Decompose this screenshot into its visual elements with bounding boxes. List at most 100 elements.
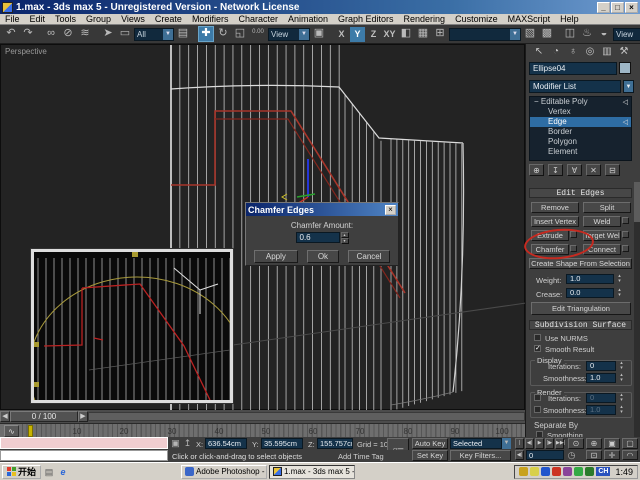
render-smoothness-field[interactable]: 1.0: [586, 405, 616, 415]
pin-stack-button[interactable]: ⊕: [529, 164, 544, 176]
previous-frame-button[interactable]: ◀|: [525, 438, 534, 449]
edit-triangulation-button[interactable]: Edit Triangulation: [531, 302, 631, 315]
go-to-start-button[interactable]: |◀◀: [515, 438, 524, 449]
curve-editor-button[interactable]: ▧: [522, 26, 538, 42]
coord-x-field[interactable]: 636.54cm: [205, 438, 247, 449]
tray-antivirus-icon[interactable]: [585, 467, 594, 476]
schematic-view-button[interactable]: ▩: [539, 26, 555, 42]
current-frame-marker[interactable]: [28, 425, 33, 437]
stack-item-edge[interactable]: Edge ◁: [530, 117, 631, 127]
subdivision-surface-rollout-header[interactable]: Subdivision Surface: [529, 320, 632, 330]
object-name-field[interactable]: Ellipse04: [529, 62, 617, 75]
mirror-button[interactable]: ◧: [398, 26, 414, 42]
frame-back-arrow[interactable]: ◀: [0, 411, 10, 422]
add-time-tag[interactable]: Add Time Tag: [338, 452, 384, 461]
menu-help[interactable]: Help: [555, 14, 584, 24]
menu-graph-editors[interactable]: Graph Editors: [333, 14, 399, 24]
stack-item-element[interactable]: Element: [530, 147, 631, 157]
modifier-list-dropdown[interactable]: Modifier List: [529, 80, 621, 93]
use-center-button[interactable]: ▣: [311, 26, 327, 42]
show-desktop-icon[interactable]: ▤: [43, 466, 55, 478]
task-photoshop[interactable]: Adobe Photoshop - [未标...: [181, 465, 267, 479]
menu-modifiers[interactable]: Modifiers: [187, 14, 234, 24]
align-button[interactable]: ⊞: [432, 26, 448, 42]
start-button[interactable]: 开始: [2, 465, 41, 479]
dropdown-arrow-icon[interactable]: ▼: [299, 29, 309, 40]
menu-tools[interactable]: Tools: [50, 14, 81, 24]
dialog-close-button[interactable]: ×: [385, 205, 396, 215]
quick-render-button[interactable]: ◒: [596, 26, 612, 42]
axis-x-button[interactable]: X: [334, 27, 349, 42]
tray-app1-icon[interactable]: [552, 467, 561, 476]
axis-z-button[interactable]: Z: [366, 27, 381, 42]
auto-key-button[interactable]: Auto Key: [412, 438, 448, 449]
select-link-button[interactable]: ∞: [43, 26, 59, 42]
key-mode-toggle-button[interactable]: ◀|: [515, 450, 524, 460]
maxscript-listener-macro-line[interactable]: [0, 437, 168, 449]
selection-filter-dropdown[interactable]: All ▼: [134, 28, 174, 41]
edit-edges-rollout-header[interactable]: Edit Edges: [529, 188, 632, 198]
collapse-icon[interactable]: −: [534, 97, 539, 106]
apply-button[interactable]: Apply: [254, 250, 298, 263]
select-and-scale-button[interactable]: ◱: [232, 26, 248, 42]
ok-button[interactable]: Ok: [307, 250, 339, 263]
pan-button[interactable]: ✛: [604, 450, 620, 460]
minimize-button[interactable]: _: [597, 2, 610, 13]
zoom-region-button[interactable]: ⊡: [586, 450, 602, 460]
modify-tab-icon[interactable]: ◔: [549, 45, 563, 58]
cancel-button[interactable]: Cancel: [348, 250, 390, 263]
material-editor-button[interactable]: ◫: [562, 26, 578, 42]
smooth-result-checkbox[interactable]: ✓: [534, 345, 541, 352]
zoom-button[interactable]: ⊙: [568, 438, 584, 449]
render-iterations-field[interactable]: 0: [586, 393, 616, 403]
menu-rendering[interactable]: Rendering: [399, 14, 451, 24]
stack-item-vertex[interactable]: Vertex: [530, 107, 631, 117]
object-color-swatch[interactable]: [619, 62, 631, 74]
key-filters-button[interactable]: Key Filters...: [450, 450, 511, 461]
stack-item-editable-poly[interactable]: − Editable Poly ◁: [530, 97, 631, 107]
menu-customize[interactable]: Customize: [450, 14, 503, 24]
tray-volume-icon[interactable]: [519, 467, 528, 476]
bind-spacewarp-button[interactable]: ≋: [77, 26, 93, 42]
dialog-title-bar[interactable]: Chamfer Edges ×: [246, 203, 398, 216]
unlink-button[interactable]: ⊘: [60, 26, 76, 42]
weld-settings-button[interactable]: [622, 217, 629, 224]
menu-group[interactable]: Group: [81, 14, 116, 24]
dropdown-arrow-icon[interactable]: ▼: [623, 80, 634, 93]
show-end-result-button[interactable]: ↧: [548, 164, 563, 176]
configure-modifier-sets-button[interactable]: ⊟: [605, 164, 620, 176]
split-button[interactable]: Split: [583, 202, 631, 213]
time-slider-track[interactable]: [88, 412, 525, 421]
chamfer-amount-field[interactable]: 0.6: [296, 232, 340, 243]
menu-maxscript[interactable]: MAXScript: [503, 14, 556, 24]
ie-icon[interactable]: e: [57, 466, 69, 478]
tray-app2-icon[interactable]: [563, 467, 572, 476]
utilities-tab-icon[interactable]: ⚒: [617, 45, 631, 58]
chamfer-amount-spinner[interactable]: ▴ ▾: [341, 232, 349, 244]
render-iterations-checkbox[interactable]: [534, 394, 541, 401]
zoom-extents-all-button[interactable]: ▢: [622, 438, 638, 449]
dropdown-arrow-icon[interactable]: ▼: [502, 438, 511, 449]
render-scene-button[interactable]: ♨: [579, 26, 595, 42]
key-mode-dropdown[interactable]: Selected: [450, 438, 502, 449]
select-by-name-button[interactable]: ▤: [175, 26, 191, 42]
select-and-move-button[interactable]: ✚: [198, 26, 214, 42]
menu-views[interactable]: Views: [116, 14, 150, 24]
go-to-end-button[interactable]: ▶▶|: [555, 438, 564, 449]
menu-file[interactable]: File: [0, 14, 25, 24]
crease-field[interactable]: 0.0: [566, 288, 614, 298]
snap-percent-button[interactable]: 0.00: [249, 27, 267, 42]
mini-curve-editor-button[interactable]: ∿: [4, 425, 19, 437]
dropdown-arrow-icon[interactable]: ▼: [510, 29, 520, 40]
coord-z-field[interactable]: 155.757cm: [317, 438, 353, 449]
render-iterations-spinner[interactable]: ▴▾: [618, 393, 625, 403]
create-shape-button[interactable]: Create Shape From Selection: [529, 258, 632, 269]
tray-messenger-icon[interactable]: [541, 467, 550, 476]
stack-item-polygon[interactable]: Polygon: [530, 137, 631, 147]
display-iterations-field[interactable]: 0: [586, 361, 616, 371]
track-bar[interactable]: ∿ 10 20 30 40 50 60 70 80 90 100: [0, 423, 525, 437]
display-smoothness-field[interactable]: 1.0: [586, 373, 616, 383]
dropdown-arrow-icon[interactable]: ▼: [163, 29, 173, 40]
select-object-button[interactable]: ➤: [100, 26, 116, 42]
zoom-all-button[interactable]: ⊕: [586, 438, 602, 449]
